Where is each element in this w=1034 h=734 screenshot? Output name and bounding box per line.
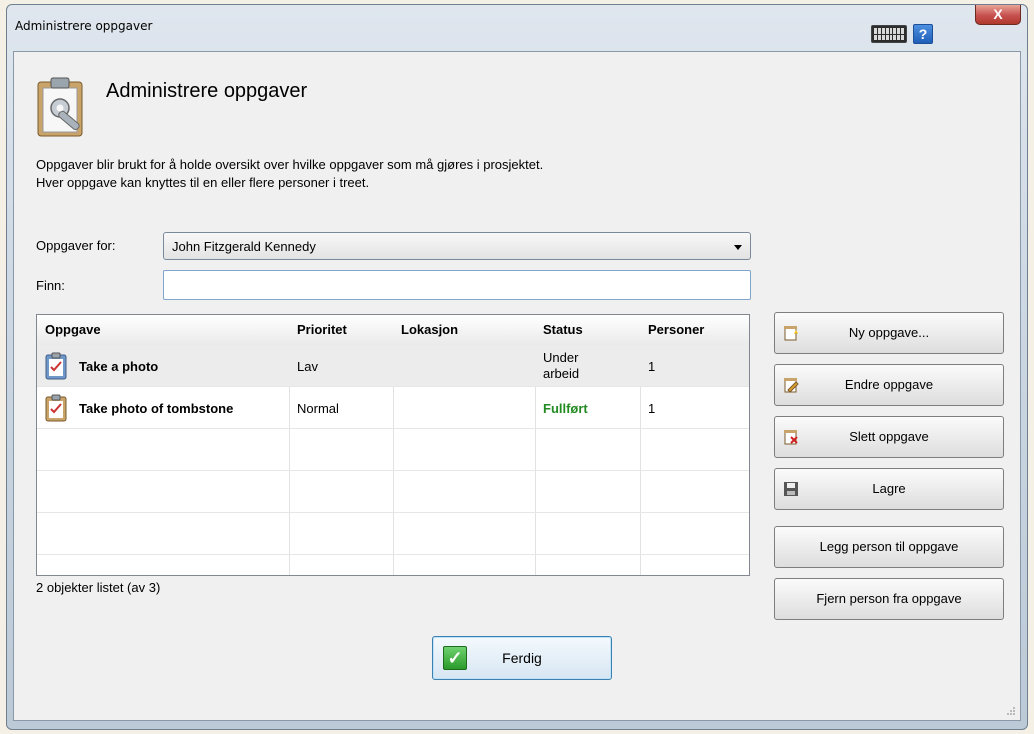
help-button[interactable]: ? [913, 24, 933, 44]
window-title: Administrere oppgaver [15, 19, 153, 33]
task-name: Take a photo [79, 358, 159, 374]
task-status-line-2: arbeid [543, 366, 580, 381]
title-bar: Administrere oppgaver ? X [7, 5, 1027, 51]
find-input[interactable] [163, 270, 751, 300]
empty-row [37, 513, 749, 555]
task-status: Under arbeid [535, 345, 640, 387]
task-done-icon [45, 394, 67, 422]
column-header-persons[interactable]: Personer [640, 315, 749, 345]
new-task-label: Ny oppgave... [848, 325, 930, 340]
task-status: Fullført [543, 400, 588, 416]
task-location [393, 345, 535, 387]
done-button[interactable]: ✓ Ferdig [432, 636, 612, 680]
task-persons: 1 [648, 400, 656, 416]
edit-task-label: Endre oppgave [844, 377, 934, 392]
resize-grip-icon[interactable] [1006, 706, 1016, 716]
task-priority: Normal [297, 400, 339, 416]
item-count: 2 objekter listet (av 3) [36, 580, 161, 595]
save-button[interactable]: Lagre [774, 468, 1004, 510]
task-status-line-1: Under [543, 350, 579, 365]
table-row[interactable]: Take photo of tombstone Normal Fullført … [37, 387, 749, 429]
description-line-2: Hver oppgave kan knyttes til en eller fl… [36, 175, 370, 190]
delete-task-button[interactable]: Slett oppgave [774, 416, 1004, 458]
close-button[interactable]: X [975, 5, 1021, 25]
clipboard-wrench-icon [37, 77, 83, 137]
page-title: Administrere oppgaver [106, 80, 308, 102]
dialog-window: Administrere oppgaver ? X Administrere o… [6, 4, 1028, 730]
delete-task-label: Slett oppgave [849, 429, 929, 444]
keyboard-icon[interactable] [871, 25, 907, 43]
task-location [393, 387, 535, 429]
delete-task-icon [784, 430, 798, 445]
new-task-icon [784, 326, 798, 341]
done-label: Ferdig [502, 650, 542, 666]
checkmark-icon: ✓ [443, 646, 467, 670]
save-label: Lagre [872, 481, 906, 496]
empty-row [37, 471, 749, 513]
column-header-status[interactable]: Status [535, 315, 640, 345]
column-header-task[interactable]: Oppgave [37, 315, 289, 345]
add-person-button[interactable]: Legg person til oppgave [774, 526, 1004, 568]
person-select-value: John Fitzgerald Kennedy [172, 239, 316, 254]
person-select[interactable]: John Fitzgerald Kennedy [163, 232, 751, 260]
task-table[interactable]: Oppgave Prioritet Lokasjon Status Person… [36, 314, 750, 576]
edit-task-button[interactable]: Endre oppgave [774, 364, 1004, 406]
table-header: Oppgave Prioritet Lokasjon Status Person… [37, 315, 749, 346]
remove-person-button[interactable]: Fjern person fra oppgave [774, 578, 1004, 620]
column-header-priority[interactable]: Prioritet [289, 315, 393, 345]
task-in-progress-icon [45, 352, 67, 380]
dialog-content: Administrere oppgaver Oppgaver blir bruk… [13, 51, 1021, 721]
find-label: Finn: [36, 278, 65, 293]
tasks-for-label: Oppgaver for: [36, 238, 116, 253]
chevron-down-icon [734, 245, 742, 250]
edit-task-icon [784, 378, 799, 393]
task-priority: Lav [297, 358, 318, 374]
task-name: Take photo of tombstone [79, 400, 234, 416]
new-task-button[interactable]: Ny oppgave... [774, 312, 1004, 354]
description-line-1: Oppgaver blir brukt for å holde oversikt… [36, 157, 544, 172]
column-header-location[interactable]: Lokasjon [393, 315, 535, 345]
description: Oppgaver blir brukt for å holde oversikt… [36, 156, 543, 192]
task-persons: 1 [648, 358, 656, 374]
save-icon [784, 482, 798, 496]
empty-row [37, 429, 749, 471]
table-row[interactable]: Take a photo Lav Under arbeid 1 [37, 345, 749, 387]
